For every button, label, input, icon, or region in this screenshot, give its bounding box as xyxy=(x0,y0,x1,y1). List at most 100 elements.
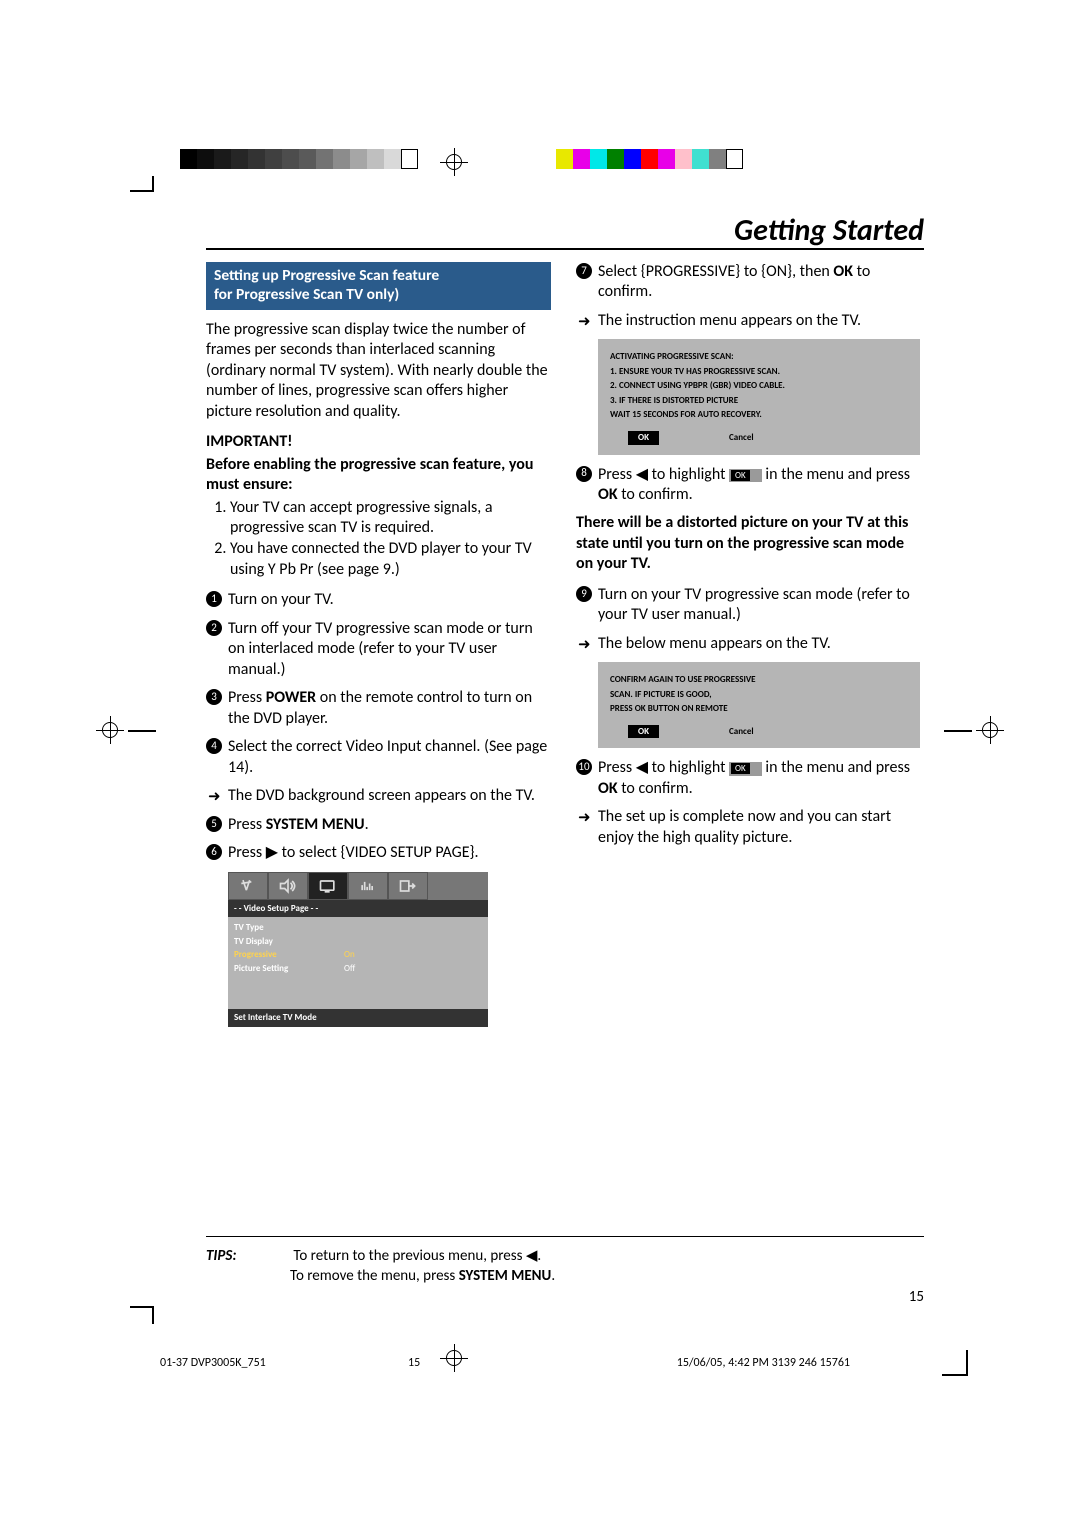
step-text: to highlight xyxy=(648,758,729,777)
result-text: The set up is complete now and you can s… xyxy=(598,807,891,846)
left-triangle-icon: ◀ xyxy=(636,758,648,777)
footer-date-code: 15/06/05, 4:42 PM 3139 246 15761 xyxy=(677,1356,850,1370)
arrow-icon: ➜ xyxy=(578,809,591,828)
step-text-bold: OK xyxy=(833,262,853,281)
crop-mark xyxy=(944,730,972,732)
dialog-ok-button: OK xyxy=(628,431,659,445)
dialog-line: SCAN. IF PICTURE IS GOOD, xyxy=(610,689,910,701)
step-8: 8Press ◀ to highlight OK in the menu and… xyxy=(576,465,921,506)
step-2: 2Turn off your TV progressive scan mode … xyxy=(206,619,551,680)
osd-body: TV Type TV Display ProgressiveOn Picture… xyxy=(228,917,488,1009)
title-rule xyxy=(206,248,924,250)
left-triangle-icon: ◀ xyxy=(526,1247,538,1265)
step-text-bold: OK xyxy=(598,485,618,504)
dialog-line: PRESS OK BUTTON ON REMOTE xyxy=(610,703,910,715)
step-badge-icon: 6 xyxy=(206,844,222,860)
step-text: Press xyxy=(598,465,636,484)
crop-mark xyxy=(152,1308,154,1324)
left-column: Setting up Progressive Scan feature for … xyxy=(206,262,551,1027)
osd-key: TV Type xyxy=(234,922,344,934)
dialog-cancel-button: Cancel xyxy=(719,725,764,739)
osd-screenshot: - - Video Setup Page - - TV Type TV Disp… xyxy=(228,872,488,1027)
section-line: for Progressive Scan TV only) xyxy=(214,285,399,304)
step-1: 1 Turn on your TV. xyxy=(206,590,551,610)
footer-page: 15 xyxy=(408,1356,420,1370)
step-badge-icon: 9 xyxy=(576,586,592,602)
dialog-ok-button: OK xyxy=(628,725,659,739)
osd-key: TV Display xyxy=(234,936,344,948)
step-badge-icon: 3 xyxy=(206,689,222,705)
ok-pill-icon: OK xyxy=(729,469,762,483)
before-line: Before enabling the progressive scan fea… xyxy=(206,455,551,496)
right-triangle-icon: ▶ xyxy=(266,843,278,862)
step-5: 5Press SYSTEM MENU. xyxy=(206,815,551,835)
step-text: in the menu and press xyxy=(762,465,910,484)
result-line: ➜ The below menu appears on the TV. xyxy=(576,634,921,654)
dialog-line: WAIT 15 SECONDS FOR AUTO RECOVERY. xyxy=(610,409,910,421)
registration-mark-icon xyxy=(440,1344,468,1372)
section-heading: Setting up Progressive Scan feature for … xyxy=(206,262,551,310)
arrow-icon: ➜ xyxy=(578,313,591,332)
step-text: Select the correct Video Input channel. … xyxy=(228,737,547,776)
step-badge-icon: 7 xyxy=(576,263,592,279)
step-text: to confirm. xyxy=(618,485,693,504)
result-text: The instruction menu appears on the TV. xyxy=(598,311,861,330)
distorted-warning: There will be a distorted picture on you… xyxy=(576,513,921,574)
tips-label: TIPS: xyxy=(206,1246,290,1266)
tips-text: To remove the menu, press xyxy=(290,1267,459,1285)
footer-filename: 01-37 DVP3005K_751 xyxy=(160,1356,266,1370)
step-text: Select {PROGRESSIVE} to {ON}, then xyxy=(598,262,833,281)
result-text: The below menu appears on the TV. xyxy=(598,634,831,653)
color-bar xyxy=(556,149,743,169)
crop-mark xyxy=(128,730,156,732)
step-3: 3Press POWER on the remote control to tu… xyxy=(206,688,551,729)
dialog-line: ACTIVATING PROGRESSIVE SCAN: xyxy=(610,351,910,363)
exit-tab-icon xyxy=(388,872,428,900)
tips-text: . xyxy=(551,1267,555,1285)
audio-tab-icon xyxy=(268,872,308,900)
step-text: . xyxy=(365,815,369,834)
step-7: 7Select {PROGRESSIVE} to {ON}, then OK t… xyxy=(576,262,921,303)
right-column: 7 Select {PROGRESSIVE} to {ON}, then OK t… xyxy=(576,262,921,856)
tips-text: To return to the previous menu, press xyxy=(293,1247,525,1265)
step-badge-icon: 5 xyxy=(206,816,222,832)
step-text: in the menu and press xyxy=(762,758,910,777)
osd-footer: Set Interlace TV Mode xyxy=(228,1009,488,1027)
step-6: 6Press ▶ to select {VIDEO SETUP PAGE}. xyxy=(206,843,551,863)
osd-key: Picture Setting xyxy=(234,963,344,975)
result-line: ➜ The instruction menu appears on the TV. xyxy=(576,311,921,331)
step-text: Turn on your TV. xyxy=(228,590,334,609)
page-number: 15 xyxy=(909,1288,924,1306)
arrow-icon: ➜ xyxy=(208,788,221,807)
osd-tab-row xyxy=(228,872,488,900)
tips-block: TIPS: To return to the previous menu, pr… xyxy=(206,1246,555,1287)
step-4: 4 Select the correct Video Input channel.… xyxy=(206,737,551,778)
dialog-line: CONFIRM AGAIN TO USE PROGRESSIVE xyxy=(610,674,910,686)
important-label: IMPORTANT! xyxy=(206,432,551,452)
step-10: 10Press ◀ to highlight OK in the menu an… xyxy=(576,758,921,799)
arrow-icon: ➜ xyxy=(578,636,591,655)
video-tab-icon xyxy=(308,872,348,900)
crop-mark xyxy=(942,1350,968,1376)
result-line: ➜ The DVD background screen appears on th… xyxy=(206,786,551,806)
ok-pill-icon: OK xyxy=(729,762,762,776)
step-text: Turn on your TV progressive scan mode (r… xyxy=(598,585,910,624)
step-badge-icon: 4 xyxy=(206,738,222,754)
osd-header: - - Video Setup Page - - xyxy=(228,900,488,918)
osd-dialog-2: CONFIRM AGAIN TO USE PROGRESSIVE SCAN. I… xyxy=(598,662,920,748)
crop-mark xyxy=(130,190,154,192)
result-text: The DVD background screen appears on the… xyxy=(228,786,535,805)
tips-rule xyxy=(206,1236,924,1237)
step-text: to confirm. xyxy=(618,779,693,798)
step-text: to highlight xyxy=(648,465,729,484)
left-triangle-icon: ◀ xyxy=(636,465,648,484)
dialog-cancel-button: Cancel xyxy=(719,431,764,445)
crop-mark xyxy=(130,1306,154,1308)
registration-mark-icon xyxy=(440,148,468,176)
step-text-bold: POWER xyxy=(266,688,316,707)
osd-value: Off xyxy=(344,963,355,975)
step-text: to select {VIDEO SETUP PAGE}. xyxy=(278,843,479,862)
step-badge-icon: 10 xyxy=(576,759,592,775)
step-badge-icon: 1 xyxy=(206,591,222,607)
tools-tab-icon xyxy=(228,872,268,900)
